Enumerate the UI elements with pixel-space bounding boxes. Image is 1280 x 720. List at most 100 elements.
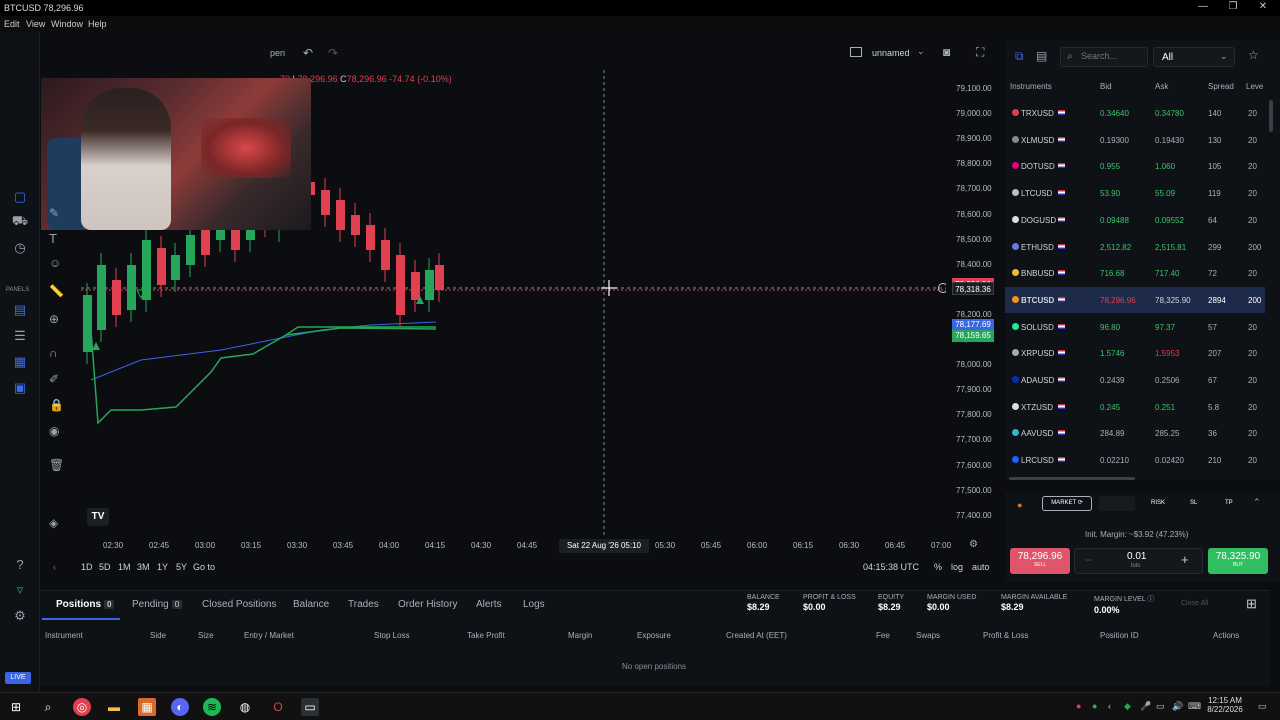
layers-icon[interactable]: ◈: [49, 516, 58, 530]
tray-spotify-icon[interactable]: ●: [1092, 701, 1097, 711]
search-icon[interactable]: ⌕: [39, 698, 57, 716]
tray-app-icon[interactable]: ●: [1076, 701, 1081, 711]
tray-nvidia-icon[interactable]: ◆: [1124, 701, 1131, 712]
tradingview-logo[interactable]: TV: [87, 508, 109, 526]
lots-value[interactable]: 0.01: [1127, 551, 1146, 562]
column-header[interactable]: Instrument: [45, 631, 83, 640]
col-bid[interactable]: Bid: [1100, 82, 1112, 91]
instrument-row[interactable]: LTCUSD 53.90 55.09 119 20: [1005, 180, 1265, 206]
text-icon[interactable]: T: [49, 231, 57, 246]
instrument-row[interactable]: BTCUSD 78,296.96 78,325.90 2894 200: [1005, 286, 1265, 313]
obs-icon[interactable]: ◍: [236, 698, 254, 716]
instrument-row[interactable]: SOLUSD 96.80 97.37 57 20: [1005, 314, 1265, 340]
search-input[interactable]: [1081, 51, 1145, 61]
col-leverage[interactable]: Leve: [1246, 82, 1263, 91]
column-header[interactable]: Size: [198, 631, 214, 640]
tab-positions[interactable]: Positions 0: [56, 599, 115, 610]
spotify-icon[interactable]: ≋: [203, 698, 221, 716]
panel-table-icon[interactable]: ▦: [10, 352, 30, 372]
order-type-blank[interactable]: [1099, 496, 1135, 511]
instrument-row[interactable]: ADAUSD 0.2439 0.2506 67 20: [1005, 367, 1265, 393]
tab-closed-positions[interactable]: Closed Positions: [202, 599, 276, 610]
plus-icon[interactable]: +: [1181, 552, 1189, 567]
instrument-row[interactable]: DOGUSD 0.09488 0.09552 64 20: [1005, 207, 1265, 233]
range-5d[interactable]: 5D: [99, 562, 111, 572]
column-header[interactable]: Take Profit: [467, 631, 505, 640]
cart-icon[interactable]: ⛟: [10, 212, 30, 232]
panel-orders-icon[interactable]: ▣: [10, 378, 30, 398]
list-icon[interactable]: ▤: [1036, 49, 1047, 63]
panel-list-icon[interactable]: ☰: [10, 326, 30, 346]
watchlist-icon[interactable]: ⧉: [1015, 49, 1024, 64]
ruler-icon[interactable]: 📏: [49, 284, 64, 298]
column-header[interactable]: Exposure: [637, 631, 671, 640]
risk-toggle[interactable]: RISK: [1151, 500, 1165, 506]
instrument-row[interactable]: TRXUSD 0.34640 0.34780 140 20: [1005, 100, 1265, 126]
zoom-icon[interactable]: ⊕: [49, 312, 59, 326]
sell-button[interactable]: 78,296.96 SELL: [1010, 548, 1070, 574]
instrument-row[interactable]: ETHUSD 2,512.82 2,515.81 299 200: [1005, 234, 1265, 260]
network-icon[interactable]: ▭: [1156, 701, 1165, 712]
star-icon[interactable]: ☆: [1248, 48, 1259, 62]
instrument-row[interactable]: LRCUSD 0.02210 0.02420 210 20: [1005, 447, 1265, 473]
eye-icon[interactable]: ◉: [49, 424, 59, 438]
column-header[interactable]: Actions: [1213, 631, 1239, 640]
fullscreen-icon[interactable]: ⛶: [976, 45, 984, 60]
collapse-icon[interactable]: ‹: [53, 562, 56, 572]
gear-icon[interactable]: ⚙: [10, 606, 30, 626]
settings-icon[interactable]: ⚙: [969, 539, 978, 550]
panel-chart-icon[interactable]: ▤: [10, 300, 30, 320]
column-header[interactable]: Margin: [568, 631, 592, 640]
instrument-row[interactable]: AAVUSD 284.89 285.25 36 20: [1005, 420, 1265, 446]
instrument-row[interactable]: BNBUSD 716.68 717.40 72 20: [1005, 260, 1265, 286]
instrument-row[interactable]: DOTUSD 0.955 1.060 105 20: [1005, 153, 1265, 179]
search-box[interactable]: ⌕: [1060, 47, 1148, 67]
minimize-button[interactable]: —: [1188, 1, 1218, 12]
windows-start-icon[interactable]: ⊞: [7, 698, 25, 716]
clock-icon[interactable]: ◷: [10, 238, 30, 258]
range-1y[interactable]: 1Y: [157, 562, 168, 572]
shield-icon[interactable]: ▿: [10, 580, 30, 600]
app-icon[interactable]: ▦: [138, 698, 156, 716]
market-order-toggle[interactable]: MARKET ⟳: [1042, 496, 1092, 511]
filter-select[interactable]: All ⌄: [1153, 47, 1235, 67]
lock-icon[interactable]: 🔒: [49, 398, 64, 412]
sl-toggle[interactable]: SL: [1190, 500, 1197, 506]
column-header[interactable]: Created At (EET): [726, 631, 787, 640]
folder-icon[interactable]: ▬: [105, 698, 123, 716]
column-header[interactable]: Side: [150, 631, 166, 640]
discord-icon[interactable]: ◐: [171, 698, 189, 716]
menu-edit[interactable]: Edit: [4, 19, 20, 29]
scrollbar[interactable]: [1269, 100, 1273, 132]
tab-logs[interactable]: Logs: [523, 599, 545, 610]
magnet-icon[interactable]: ∩: [49, 346, 58, 360]
maximize-button[interactable]: ❐: [1218, 1, 1248, 12]
column-header[interactable]: Entry / Market: [244, 631, 294, 640]
emoji-icon[interactable]: ☺: [49, 256, 61, 270]
buy-button[interactable]: 78,325.90 BUY: [1208, 548, 1268, 574]
mic-icon[interactable]: 🎤: [1140, 701, 1151, 712]
percent-toggle[interactable]: %: [934, 562, 942, 572]
chrome-icon[interactable]: ◎: [73, 698, 91, 716]
tab-order-history[interactable]: Order History: [398, 599, 457, 610]
auto-toggle[interactable]: auto: [972, 562, 990, 572]
menu-window[interactable]: Window: [51, 19, 83, 29]
instrument-row[interactable]: XRPUSD 1.5746 1.5953 207 20: [1005, 340, 1265, 366]
range-3m[interactable]: 3M: [137, 562, 150, 572]
close-all-button[interactable]: Close All: [1181, 600, 1208, 607]
tab-alerts[interactable]: Alerts: [476, 599, 502, 610]
close-window-button[interactable]: ✕: [1248, 1, 1278, 12]
keyboard-icon[interactable]: ⌨: [1188, 701, 1201, 712]
tab-trades[interactable]: Trades: [348, 599, 379, 610]
horizontal-scrollbar[interactable]: [1009, 477, 1135, 480]
pen-icon[interactable]: ✎: [49, 206, 59, 220]
pencil-lock-icon[interactable]: ✐: [49, 372, 59, 386]
help-icon[interactable]: ?: [10, 554, 30, 574]
grid-icon[interactable]: ⊞: [1246, 596, 1257, 612]
col-ask[interactable]: Ask: [1155, 82, 1168, 91]
lots-stepper[interactable]: − 0.01 lots +: [1074, 548, 1203, 574]
column-header[interactable]: Swaps: [916, 631, 940, 640]
notification-icon[interactable]: ▭: [1258, 701, 1267, 712]
tab-balance[interactable]: Balance: [293, 599, 329, 610]
tab-pending[interactable]: Pending 0: [132, 599, 183, 610]
